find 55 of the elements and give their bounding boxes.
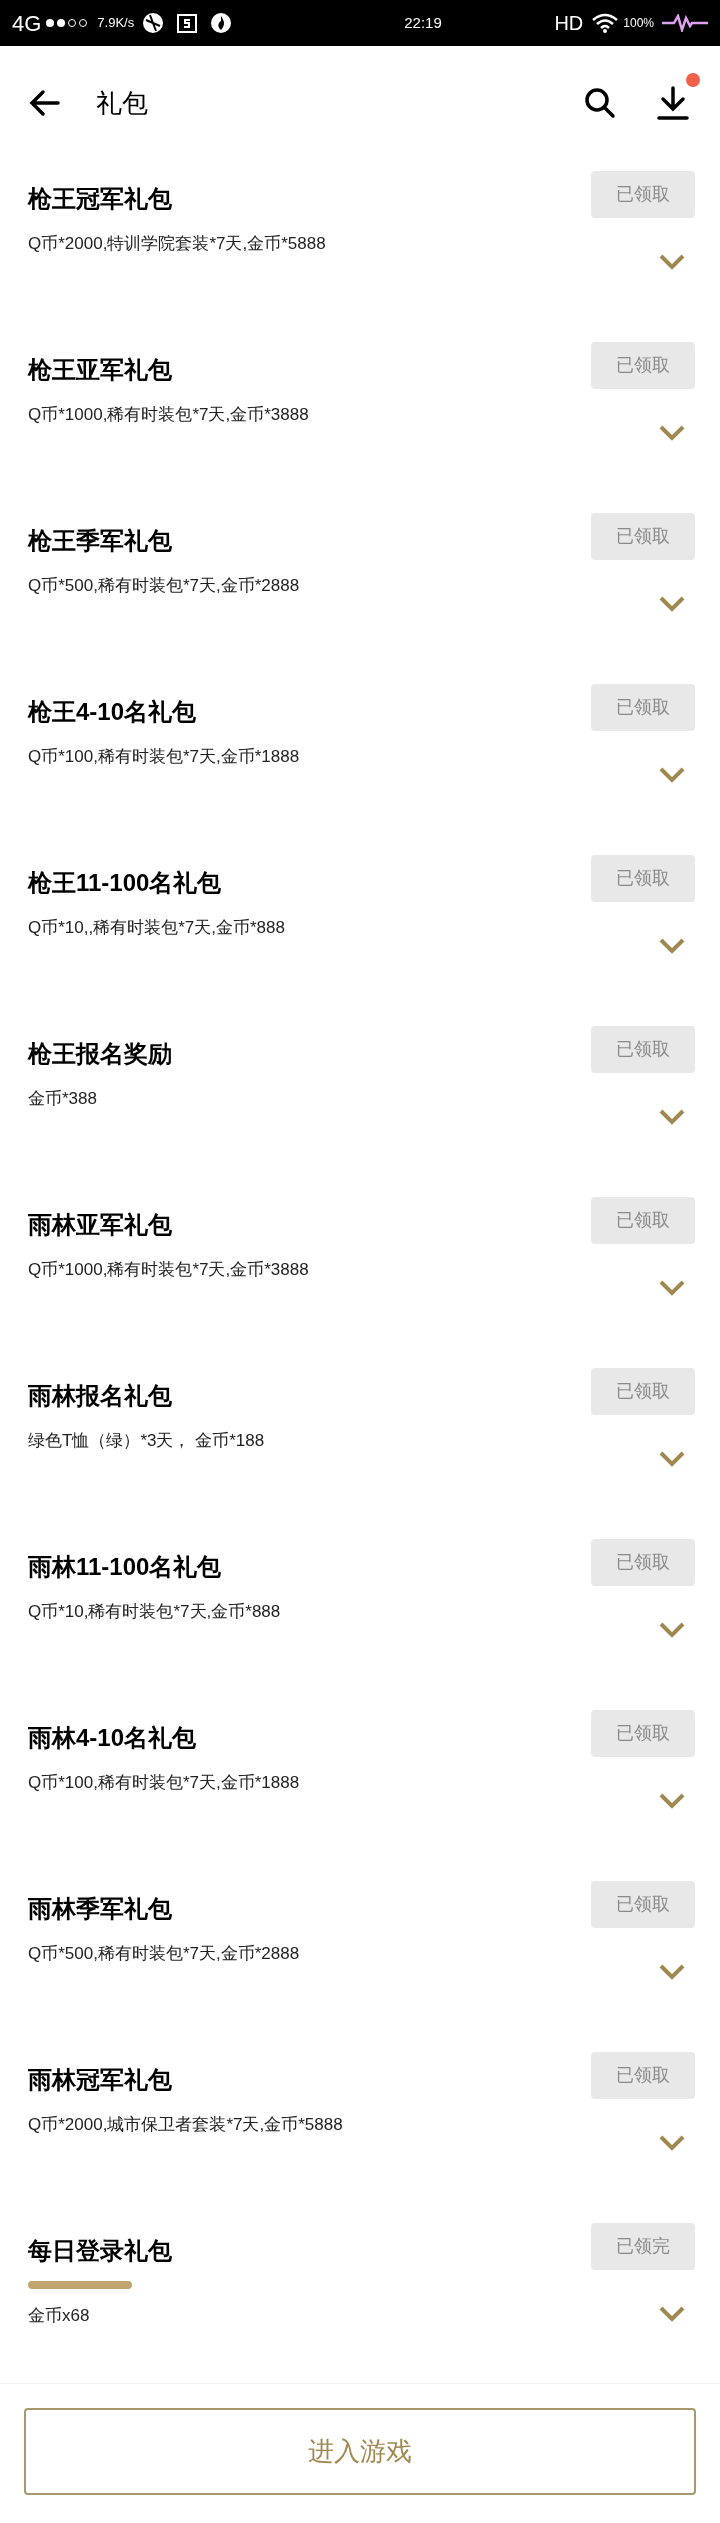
gift-title: 每日登录礼包 [28,2236,173,2266]
chevron-down-icon[interactable] [659,767,685,783]
back-arrow-icon[interactable] [28,89,60,117]
battery-text: 100% [623,15,654,32]
chevron-down-icon[interactable] [659,1622,685,1638]
hd-text: HD [554,11,584,36]
gift-description: 绿色T恤（绿）*3天， 金币*188 [28,1430,266,1452]
gift-description: Q币*500,稀有时装包*7天,金币*2888 [28,575,301,597]
gift-description: Q币*2000,城市保卫者套装*7天,金币*5888 [28,2114,344,2136]
enter-game-button[interactable]: 进入游戏 [24,2408,696,2495]
wifi-icon [591,13,620,33]
gift-description: Q币*10,,稀有时装包*7天,金币*888 [28,917,286,939]
search-icon[interactable] [584,87,616,119]
chevron-down-icon[interactable] [659,938,685,954]
gift-description: Q币*100,稀有时装包*7天,金币*1888 [28,746,301,768]
chevron-down-icon[interactable] [659,1451,685,1467]
pulse-icon [662,14,708,32]
chevron-down-icon[interactable] [659,1793,685,1809]
gift-title: 雨林11-100名礼包 [28,1552,223,1582]
chevron-down-icon[interactable] [659,425,685,441]
gift-title: 枪王报名奖励 [28,1039,173,1069]
gift-description: Q币*10,稀有时装包*7天,金币*888 [28,1601,282,1623]
gift-title: 枪王11-100名礼包 [28,868,223,898]
gift-title: 雨林报名礼包 [28,1381,173,1411]
gift-description: Q币*2000,特训学院套装*7天,金币*5888 [28,233,327,255]
gift-description: Q币*1000,稀有时装包*7天,金币*3888 [28,404,310,426]
app-icon [142,12,165,34]
gift-description: 金币x68 [28,2305,91,2327]
signal-dots-icon [45,17,90,29]
network-text: 4G [12,9,42,38]
app-icon [176,12,199,34]
speed-text: 7.9K/s [97,14,135,33]
chevron-down-icon[interactable] [659,1109,685,1125]
chevron-down-icon[interactable] [659,2135,685,2151]
gift-description: 金币*388 [28,1088,98,1110]
gift-title: 雨林亚军礼包 [28,1210,173,1240]
gift-title: 枪王亚军礼包 [28,355,173,385]
gift-title: 雨林季军礼包 [28,1894,173,1924]
chevron-down-icon[interactable] [659,1964,685,1980]
gift-title: 枪王冠军礼包 [28,184,173,214]
clock-time: 22:19 [404,12,442,33]
gift-title: 雨林4-10名礼包 [28,1723,198,1753]
page-title: 礼包 [96,86,148,120]
flame-icon [210,12,233,34]
gift-title: 雨林冠军礼包 [28,2065,173,2095]
chevron-down-icon[interactable] [659,2306,685,2322]
chevron-down-icon[interactable] [659,596,685,612]
gift-description: Q币*500,稀有时装包*7天,金币*2888 [28,1943,301,1965]
gift-title: 枪王4-10名礼包 [28,697,198,727]
gift-title: 枪王季军礼包 [28,526,173,556]
gift-description: Q币*100,稀有时装包*7天,金币*1888 [28,1772,301,1794]
chevron-down-icon[interactable] [659,254,685,270]
download-icon[interactable] [656,85,690,121]
chevron-down-icon[interactable] [659,1280,685,1296]
gift-description: Q币*1000,稀有时装包*7天,金币*3888 [28,1259,310,1281]
